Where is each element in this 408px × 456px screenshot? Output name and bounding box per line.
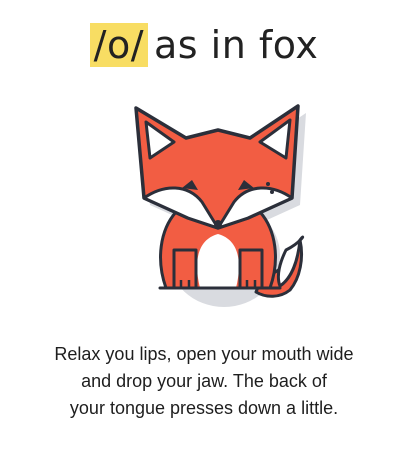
- instruction-line: and drop your jaw. The back of: [81, 371, 327, 391]
- instruction-line: Relax you lips, open your mouth wide: [54, 344, 354, 364]
- instruction-line: your tongue presses down a little.: [69, 398, 339, 418]
- pronunciation-instructions: Relax you lips, open your mouth wide and…: [14, 341, 394, 422]
- fox-icon: [134, 104, 306, 307]
- title-example-word: as in fox: [154, 23, 319, 67]
- phoneme-highlight: /o/: [89, 23, 148, 67]
- page-title: /o/as in fox: [0, 22, 408, 68]
- fox-nose: [214, 220, 222, 228]
